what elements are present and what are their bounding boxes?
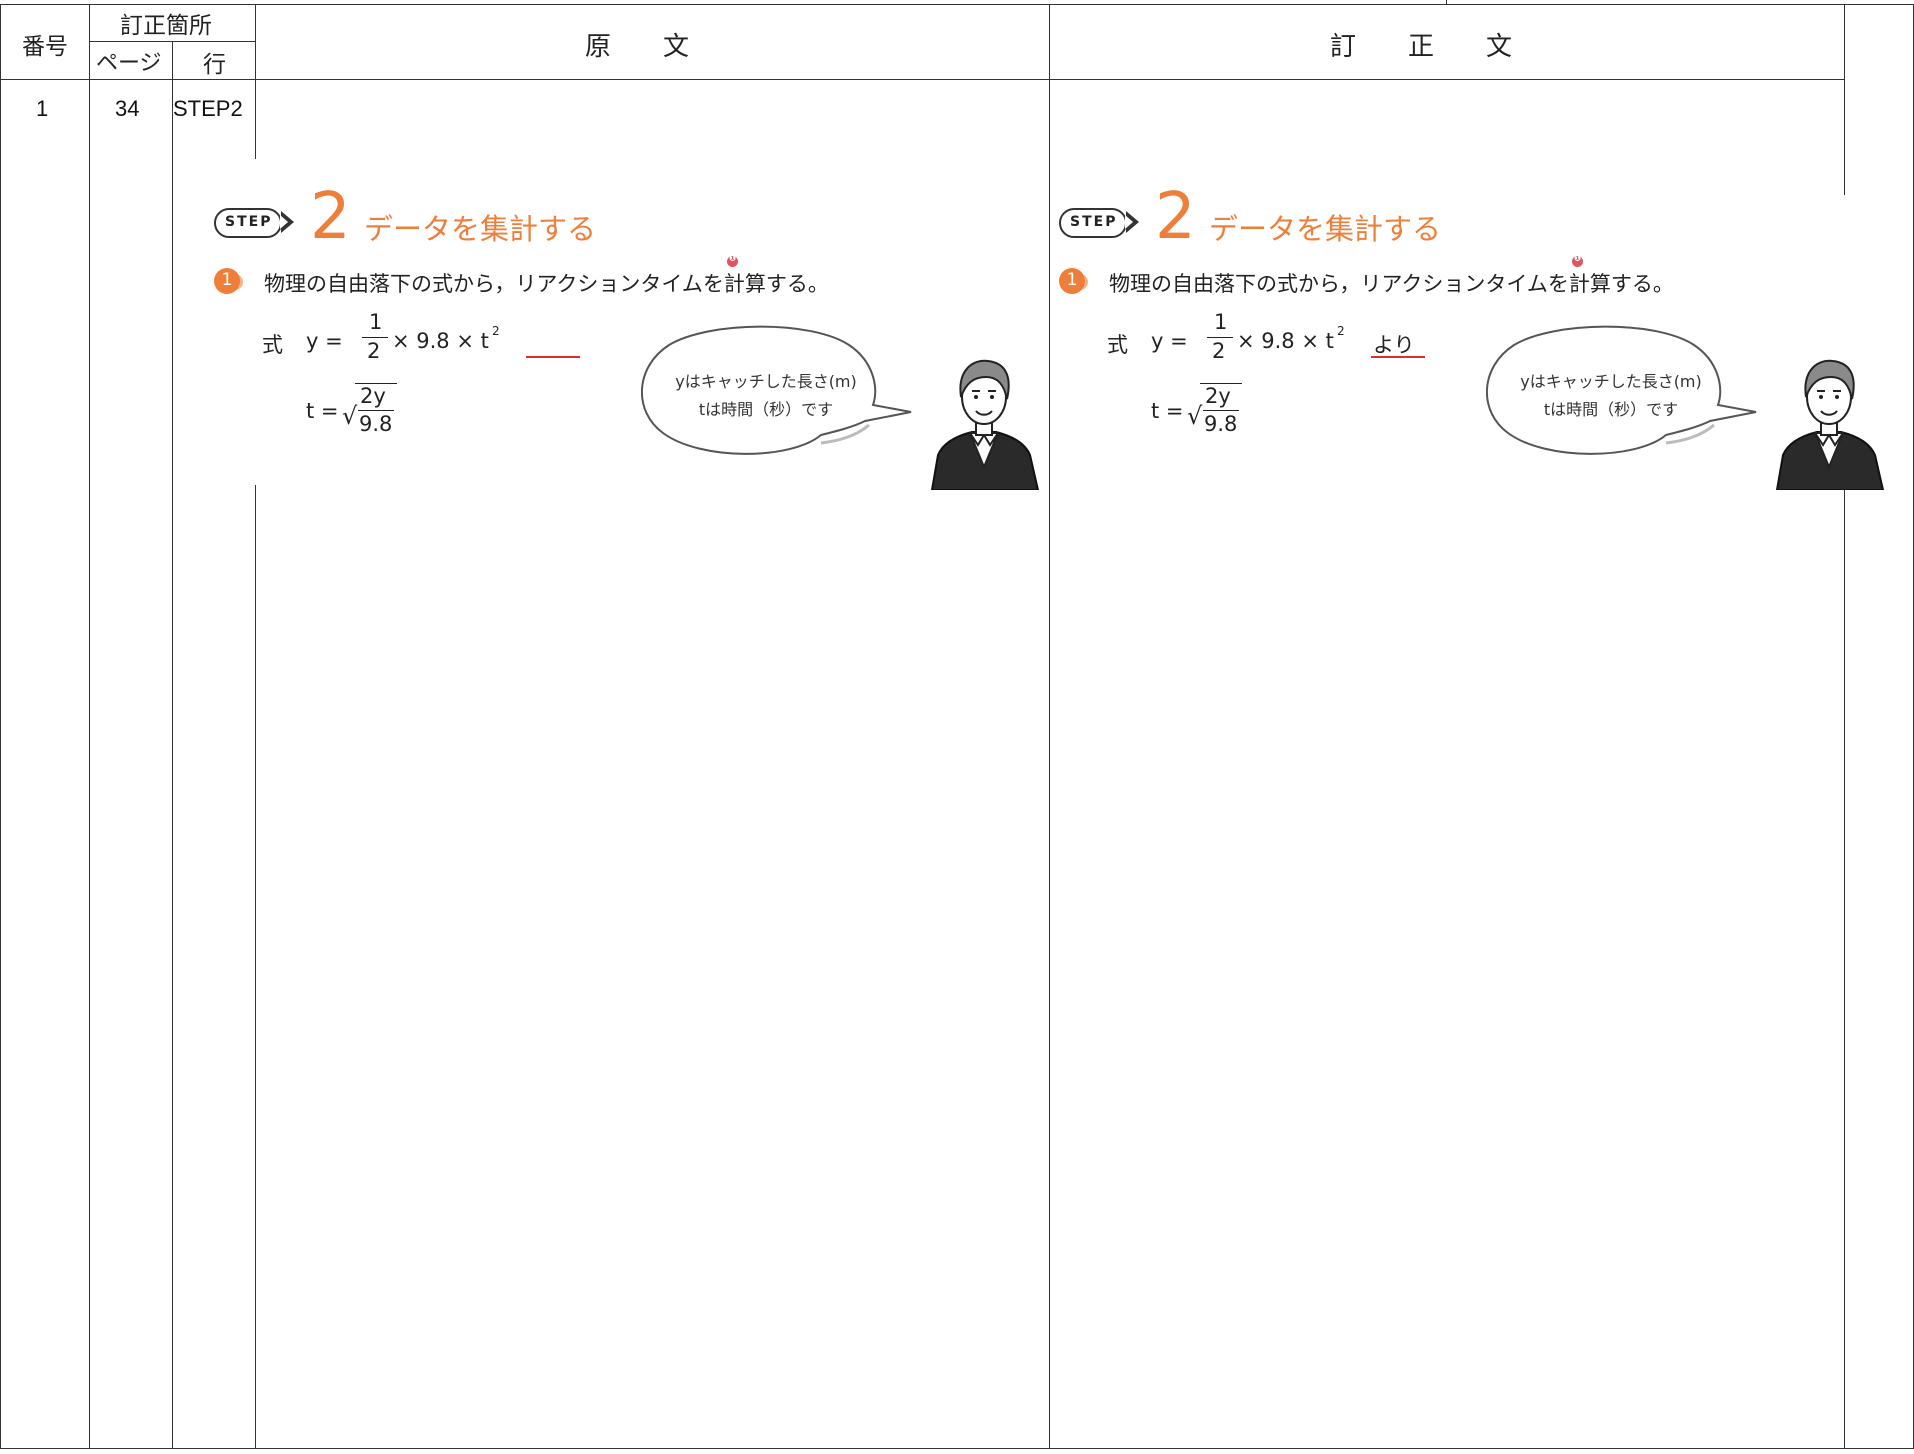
bubble-line-1: yはキャッチした長さ(m) — [1520, 372, 1702, 391]
header-line: 行 — [203, 52, 226, 78]
sqrt-denominator: 9.8 — [359, 412, 393, 436]
formula-rest: × 9.8 × t — [1237, 329, 1334, 353]
formula-exponent: 2 — [1337, 324, 1345, 338]
step-number: 2 — [310, 180, 351, 254]
top-tick-mark — [1446, 0, 1447, 5]
formula-t-eq: t = — [1151, 399, 1184, 423]
question-number-badge: 1 — [214, 268, 240, 294]
bubble-line-2: tは時間（秒）です — [1543, 400, 1679, 419]
fraction-bar — [1207, 337, 1233, 338]
correction-underline — [526, 356, 580, 358]
formula-label: 式 — [1107, 333, 1128, 357]
formula-numerator: 1 — [1214, 310, 1228, 334]
correction-underline — [1371, 356, 1425, 358]
speech-bubble: yはキャッチした長さ(m) tは時間（秒）です — [1486, 325, 1759, 458]
step-title: データを集計する — [364, 212, 597, 246]
table-top-border — [0, 4, 1914, 5]
teacher-illustration — [924, 355, 1044, 491]
formula-numerator: 1 — [369, 310, 383, 334]
formula-y-eq: y = — [1151, 329, 1188, 353]
formula-exponent: 2 — [492, 324, 500, 338]
step-title: データを集計する — [1209, 212, 1442, 246]
formula-t-eq: t = — [306, 399, 339, 423]
teacher-illustration — [1769, 355, 1889, 491]
column-rule-corrected-upper — [1844, 4, 1845, 195]
header-bottom-border — [0, 79, 1844, 80]
step-badge: STEP — [214, 208, 282, 238]
column-rule-line-upper — [255, 4, 256, 159]
formula-y-eq: y = — [306, 329, 343, 353]
sqrt-icon: √ — [342, 402, 358, 430]
bubble-line-1: yはキャッチした長さ(m) — [675, 372, 857, 391]
header-corrected-text: 訂 正 文 — [1330, 32, 1513, 62]
question-text: 物理の自由落下の式から，リアクションタイムを計算する。 — [264, 272, 829, 296]
original-text-panel: STEP 2 データを集計する 1 物理の自由落下の式から，リアクションタイムを… — [214, 185, 1074, 500]
sqrt-fraction-bar — [358, 410, 394, 411]
step-badge: STEP — [1059, 208, 1127, 238]
reference-marker-icon: ❶ — [727, 254, 738, 267]
bubble-line-2: tは時間（秒）です — [698, 400, 834, 419]
formula-denominator: 2 — [1212, 339, 1226, 363]
row-line: STEP2 — [173, 96, 243, 121]
reference-marker-icon: ❶ — [1572, 254, 1583, 267]
step-number: 2 — [1155, 180, 1196, 254]
row-number: 1 — [36, 96, 49, 121]
fraction-bar — [362, 337, 388, 338]
column-rule-left-edge — [0, 4, 1, 1449]
sqrt-denominator: 9.8 — [1204, 412, 1238, 436]
row-page: 34 — [115, 96, 140, 121]
sqrt-fraction-bar — [1203, 410, 1239, 411]
corrected-text-panel: STEP 2 データを集計する 1 物理の自由落下の式から，リアクションタイムを… — [1059, 185, 1914, 500]
formula-denominator: 2 — [367, 339, 381, 363]
column-rule-corrected-lower — [1844, 485, 1845, 1449]
header-page: ページ — [96, 51, 162, 76]
speech-bubble: yはキャッチした長さ(m) tは時間（秒）です — [641, 325, 914, 458]
table-bottom-border — [0, 1448, 1914, 1449]
header-number: 番号 — [22, 34, 68, 60]
header-original-text: 原 文 — [585, 32, 690, 62]
question-text: 物理の自由落下の式から，リアクションタイムを計算する。 — [1109, 272, 1674, 296]
column-rule-number — [89, 4, 90, 1449]
sqrt-numerator: 2y — [360, 384, 386, 408]
sqrt-icon: √ — [1187, 402, 1203, 430]
question-number-badge: 1 — [1059, 268, 1085, 294]
column-rule-page — [172, 41, 173, 1449]
header-correction-location: 訂正箇所 — [120, 13, 212, 39]
corrected-addition: より — [1373, 333, 1415, 357]
formula-label: 式 — [262, 333, 283, 357]
sqrt-numerator: 2y — [1205, 384, 1231, 408]
formula-rest: × 9.8 × t — [392, 329, 489, 353]
column-rule-line-lower — [255, 485, 256, 1449]
